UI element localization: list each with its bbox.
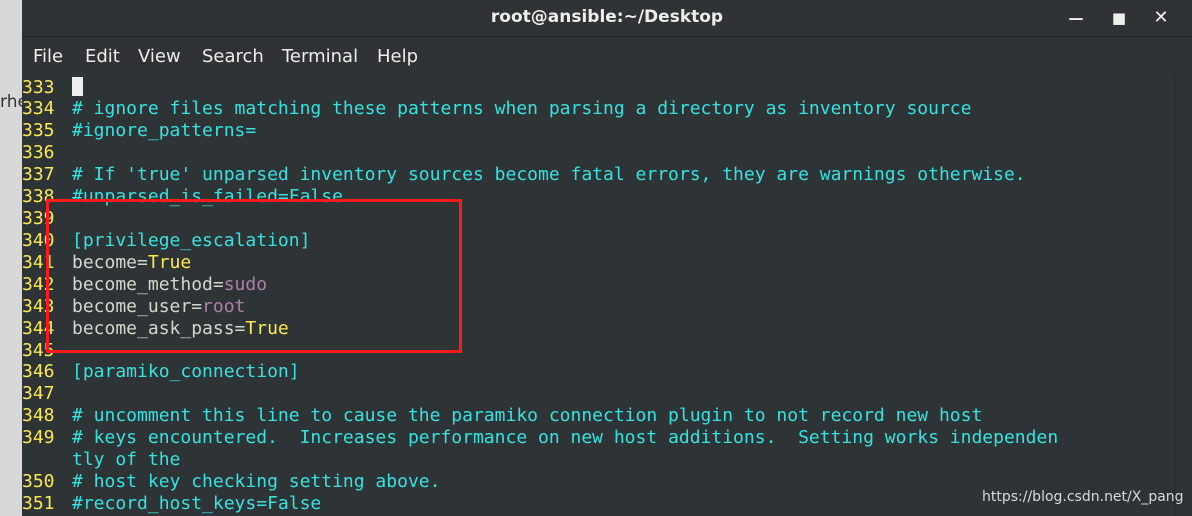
menu-terminal[interactable]: Terminal [282, 46, 358, 67]
close-icon[interactable]: ✕ [1148, 6, 1174, 30]
highlight-box [46, 199, 462, 353]
desktop-background: rhe [0, 0, 28, 516]
menu-bar: File Edit View Search Terminal Help [22, 37, 1192, 75]
menu-view[interactable]: View [138, 46, 181, 67]
maximize-icon[interactable]: ■ [1106, 6, 1132, 30]
terminal-window: root@ansible:~/Desktop — ■ ✕ File Edit V… [22, 0, 1192, 516]
text-cursor [72, 77, 83, 96]
editor-line: 350 # host key checking setting above. [22, 471, 441, 492]
menu-edit[interactable]: Edit [85, 46, 120, 67]
scrollbar[interactable] [1174, 76, 1192, 516]
editor-line: 337 # If 'true' unparsed inventory source… [22, 164, 1026, 185]
watermark: https://blog.csdn.net/X_pang [982, 489, 1184, 505]
terminal-text-area[interactable]: 333 334 # ignore files matching these pat… [22, 76, 1174, 516]
editor-line: 334 # ignore files matching these pattern… [22, 98, 972, 119]
editor-line: 349 # keys encountered. Increases perform… [22, 427, 1059, 448]
editor-line: tly of the [72, 449, 181, 470]
editor-line: 347 [22, 383, 55, 404]
editor-line: 346 [paramiko_connection] [22, 361, 300, 382]
minimize-icon[interactable]: — [1063, 6, 1089, 30]
window-title: root@ansible:~/Desktop [490, 7, 724, 27]
editor-line: 335 #ignore_patterns= [22, 120, 257, 141]
editor-line: 348 # uncomment this line to cause the pa… [22, 405, 983, 426]
menu-help[interactable]: Help [377, 46, 418, 67]
menu-search[interactable]: Search [202, 46, 264, 67]
menu-file[interactable]: File [33, 46, 63, 67]
editor-line: 351 #record_host_keys=False [22, 493, 322, 514]
editor-line: 333 [22, 77, 83, 99]
editor-line: 336 [22, 142, 55, 163]
title-bar[interactable]: root@ansible:~/Desktop — ■ ✕ [22, 0, 1192, 37]
